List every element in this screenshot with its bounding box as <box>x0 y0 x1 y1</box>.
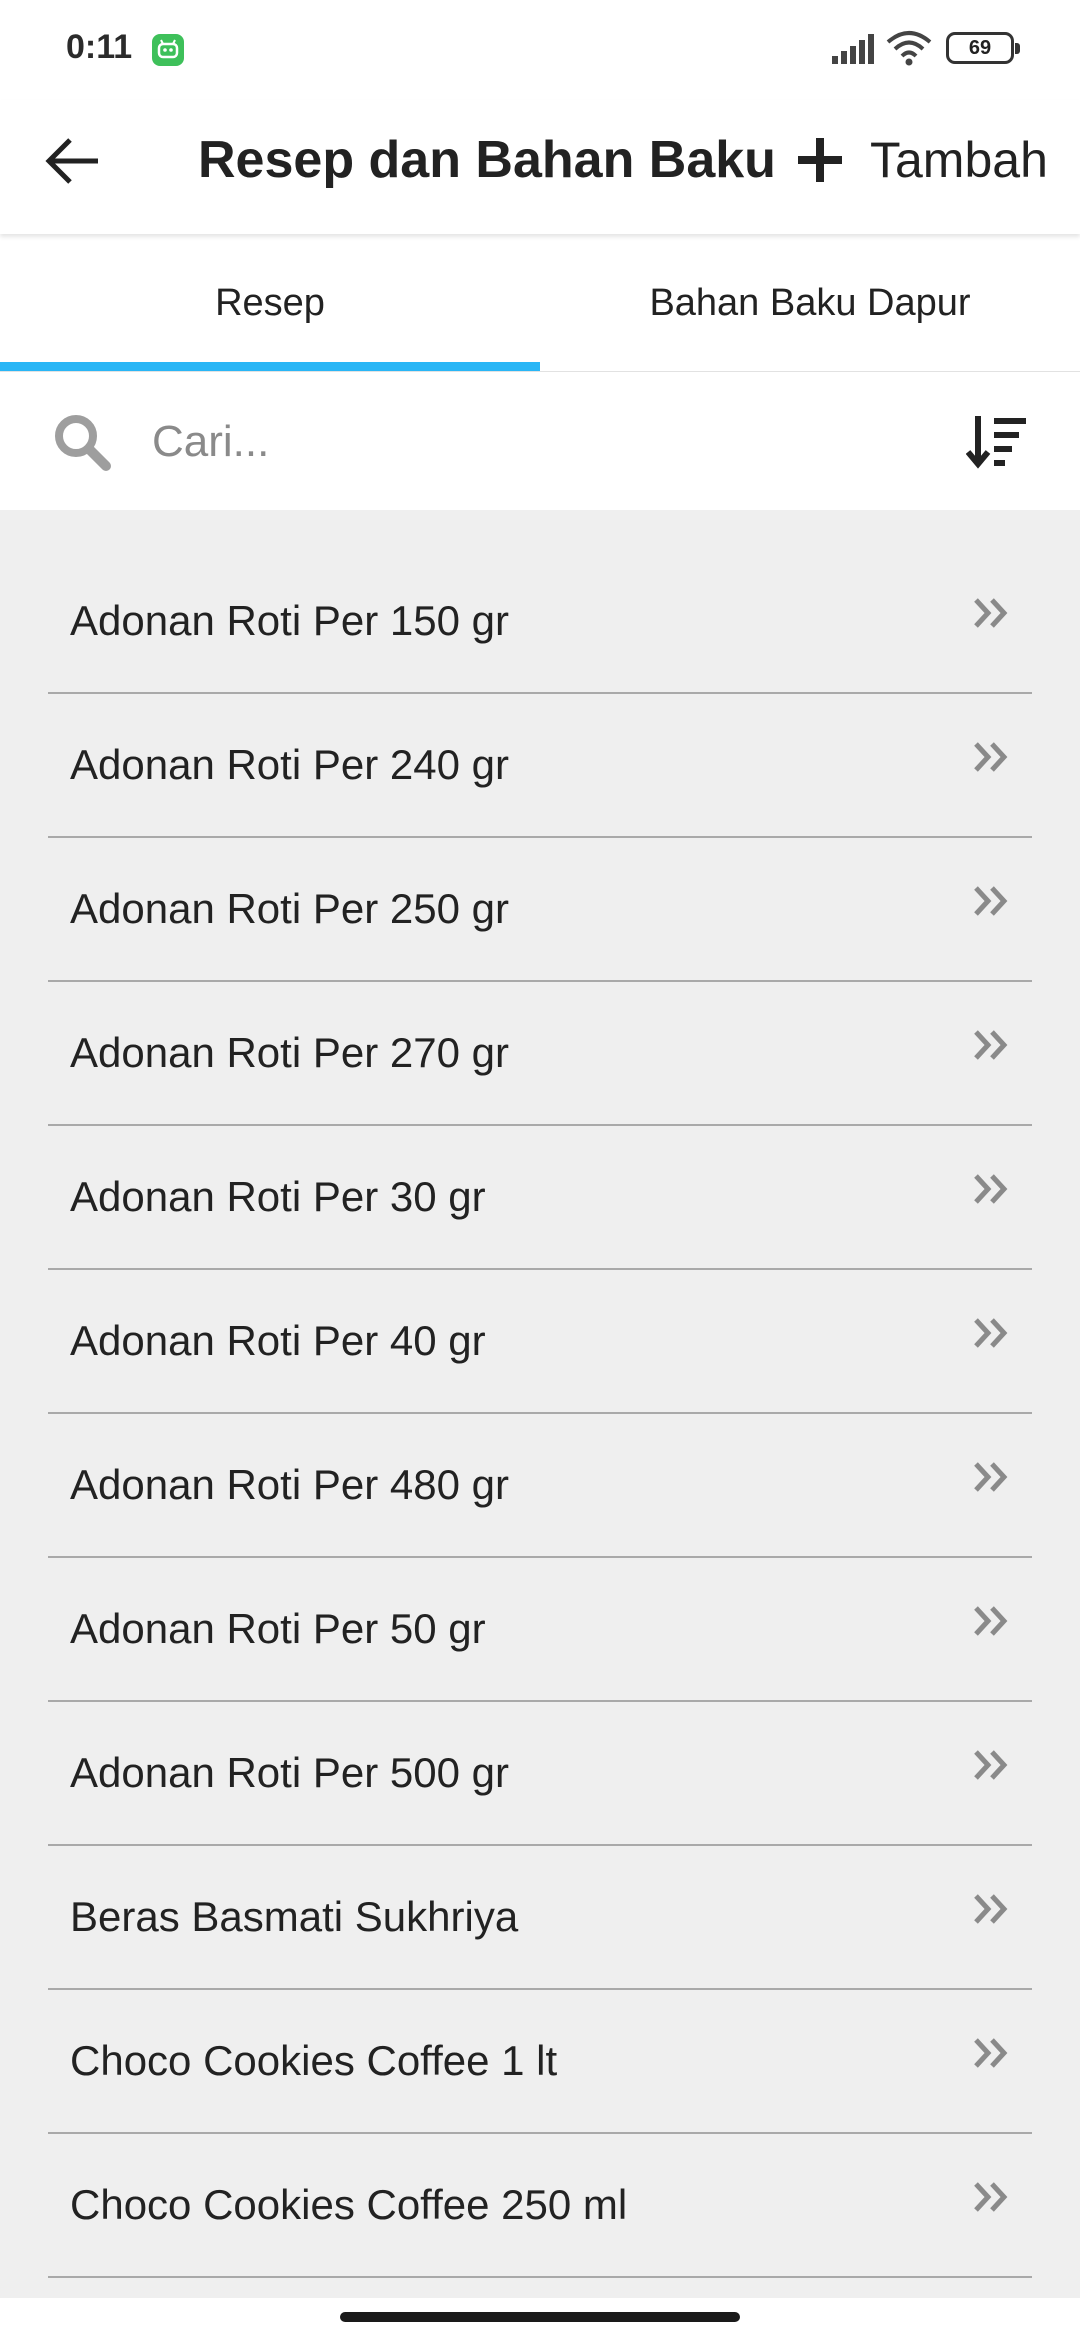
recipe-list-container: Adonan Roti Per 150 gr Adonan Roti Per 24… <box>0 510 1080 2298</box>
list-item[interactable]: Adonan Roti Per 150 gr <box>48 550 1032 694</box>
home-indicator[interactable] <box>340 2312 740 2322</box>
add-button-label: Tambah <box>870 132 1048 188</box>
tab-bar: Resep Bahan Baku Dapur <box>0 234 1080 372</box>
list-item[interactable]: Adonan Roti Per 30 gr <box>48 1126 1032 1270</box>
plus-icon <box>798 138 842 182</box>
tab-label: Resep <box>215 281 325 324</box>
search-icon <box>52 412 112 477</box>
app-bar: Resep dan Bahan Baku Tambah <box>0 100 1080 234</box>
list-item[interactable]: Choco Cookies Coffee 1 lt <box>48 1990 1032 2134</box>
list-item[interactable]: Adonan Roti Per 240 gr <box>48 694 1032 838</box>
recipe-name: Adonan Roti Per 270 gr <box>70 1029 509 1076</box>
double-chevron-right-icon <box>972 1316 1012 1355</box>
list-item[interactable]: Adonan Roti Per 250 gr <box>48 838 1032 982</box>
double-chevron-right-icon <box>972 1892 1012 1931</box>
arrow-left-icon <box>45 138 98 184</box>
double-chevron-right-icon <box>972 596 1012 635</box>
list-item[interactable]: Adonan Roti Per 500 gr <box>48 1702 1032 1846</box>
recipe-list: Adonan Roti Per 150 gr Adonan Roti Per 24… <box>48 550 1032 2278</box>
add-button[interactable]: Tambah <box>796 124 1048 196</box>
recipe-name: Choco Cookies Coffee 1 lt <box>70 2037 558 2084</box>
active-tab-indicator <box>0 362 540 371</box>
double-chevron-right-icon <box>972 740 1012 779</box>
list-item[interactable]: Adonan Roti Per 50 gr <box>48 1558 1032 1702</box>
recipe-name: Adonan Roti Per 50 gr <box>70 1605 486 1652</box>
wifi-icon <box>886 30 932 71</box>
double-chevron-right-icon <box>972 1172 1012 1211</box>
recipe-name: Adonan Roti Per 500 gr <box>70 1749 509 1796</box>
double-chevron-right-icon <box>972 1028 1012 1067</box>
tab-bahan-baku-dapur[interactable]: Bahan Baku Dapur <box>540 234 1080 372</box>
list-item[interactable]: Adonan Roti Per 40 gr <box>48 1270 1032 1414</box>
search-input[interactable] <box>150 406 934 478</box>
double-chevron-right-icon <box>972 2036 1012 2075</box>
sort-descending-icon <box>965 416 1026 469</box>
page-title: Resep dan Bahan Baku <box>198 131 776 189</box>
navigation-bar <box>0 2298 1080 2340</box>
status-time: 0:11 <box>66 28 133 66</box>
tab-resep[interactable]: Resep <box>0 234 540 372</box>
signal-icon <box>832 34 876 69</box>
double-chevron-right-icon <box>972 1604 1012 1643</box>
list-item[interactable]: Adonan Roti Per 270 gr <box>48 982 1032 1126</box>
recipe-name: Adonan Roti Per 250 gr <box>70 885 509 932</box>
recipe-name: Adonan Roti Per 40 gr <box>70 1317 486 1364</box>
tab-label: Bahan Baku Dapur <box>649 281 971 324</box>
double-chevron-right-icon <box>972 1748 1012 1787</box>
recipe-name: Adonan Roti Per 240 gr <box>70 741 509 788</box>
search-bar <box>0 372 1080 510</box>
battery-icon: 69 <box>946 32 1020 64</box>
list-item[interactable]: Adonan Roti Per 480 gr <box>48 1414 1032 1558</box>
double-chevron-right-icon <box>972 2180 1012 2219</box>
sort-button[interactable] <box>965 412 1030 472</box>
recipe-name: Beras Basmati Sukhriya <box>70 1893 519 1940</box>
recipe-name: Choco Cookies Coffee 250 ml <box>70 2181 628 2228</box>
double-chevron-right-icon <box>972 1460 1012 1499</box>
battery-level: 69 <box>968 37 992 59</box>
list-item[interactable]: Beras Basmati Sukhriya <box>48 1846 1032 1990</box>
recipe-name: Adonan Roti Per 150 gr <box>70 597 509 644</box>
double-chevron-right-icon <box>972 884 1012 923</box>
back-button[interactable] <box>38 126 108 196</box>
recipe-name: Adonan Roti Per 480 gr <box>70 1461 509 1508</box>
list-item[interactable]: Choco Cookies Coffee 250 ml <box>48 2134 1032 2278</box>
status-bar: 0:11 69 <box>0 0 1080 100</box>
recipe-name: Adonan Roti Per 30 gr <box>70 1173 486 1220</box>
app-notification-icon <box>152 34 184 66</box>
